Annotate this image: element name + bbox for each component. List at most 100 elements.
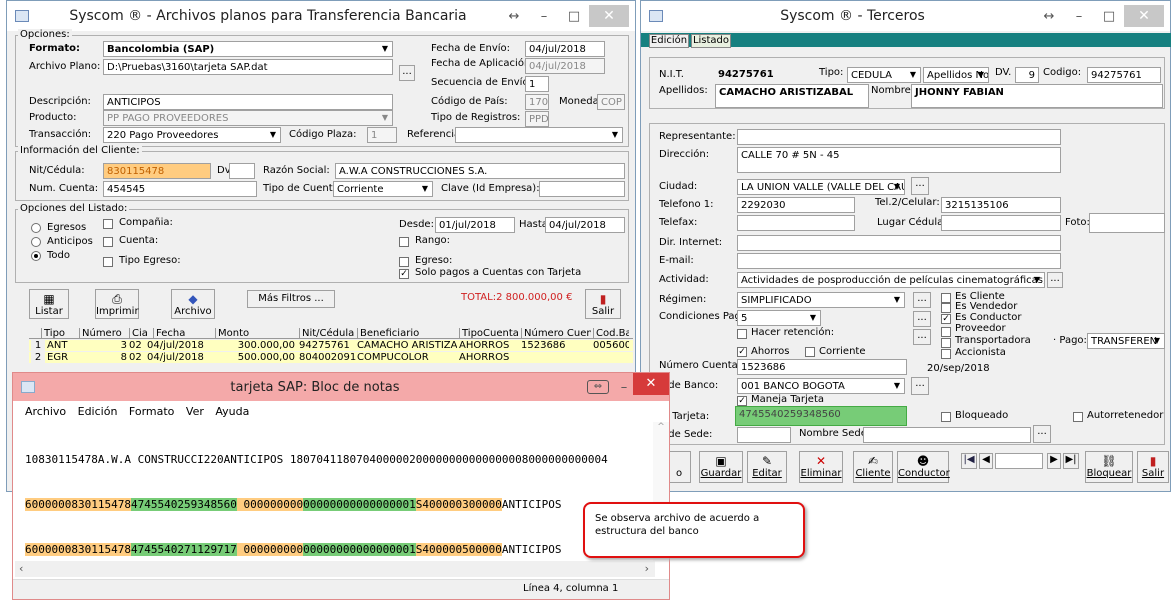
- next-record-button[interactable]: ▶: [1047, 453, 1061, 469]
- check-cuenta[interactable]: [103, 237, 113, 247]
- codigo-pais-input[interactable]: 170: [525, 94, 549, 110]
- record-position-input[interactable]: [995, 453, 1043, 469]
- radio-egresos[interactable]: [31, 223, 41, 233]
- check-transportadora[interactable]: [941, 338, 951, 348]
- check-maneja-tarjeta[interactable]: ✓: [737, 396, 747, 406]
- razon-input[interactable]: A.W.A CONSTRUCCIONES S.A.: [335, 163, 625, 179]
- grid-header-cell[interactable]: Nit/Cédula: [299, 328, 355, 339]
- retencion-browse-button[interactable]: ...: [913, 329, 931, 345]
- listar-button[interactable]: ▦ Listar: [29, 289, 69, 319]
- producto-select[interactable]: PP PAGO PROVEEDORES ▼: [103, 110, 393, 126]
- tab-listado[interactable]: Listado: [691, 34, 731, 48]
- check-es-vendedor[interactable]: [941, 303, 951, 313]
- first-record-button[interactable]: |◀: [961, 453, 977, 469]
- pago-select[interactable]: TRANSFEREN ▼: [1087, 333, 1165, 349]
- new-button[interactable]: o: [667, 451, 691, 483]
- formato-select[interactable]: Bancolombia (SAP) ▼: [103, 41, 393, 57]
- banco-browse-button[interactable]: ...: [911, 377, 929, 395]
- cliente-button[interactable]: ✍ Cliente: [853, 451, 893, 483]
- close-button[interactable]: ✕: [633, 373, 669, 395]
- scroll-right-icon[interactable]: ›: [645, 562, 649, 575]
- check-corriente[interactable]: [805, 347, 815, 357]
- mas-filtros-button[interactable]: Más Filtros ...: [247, 290, 335, 308]
- guardar-button[interactable]: ▣ Guardar: [699, 451, 743, 483]
- salir-button[interactable]: ▮ Salir: [1137, 451, 1169, 483]
- dv-input[interactable]: 9: [1015, 67, 1039, 83]
- apellidos-input[interactable]: CAMACHO ARISTIZABAL: [715, 84, 869, 108]
- conductor-button[interactable]: ☻ Conductor: [897, 451, 950, 483]
- maximize-button[interactable]: □: [559, 9, 589, 24]
- minimize-button[interactable]: –: [1064, 9, 1094, 24]
- menu-edicion[interactable]: Edición: [78, 405, 118, 418]
- num-cuenta-input[interactable]: 454545: [103, 181, 257, 197]
- check-es-cliente[interactable]: [941, 293, 951, 303]
- transaccion-select[interactable]: 220 Pago Proveedores ▼: [103, 127, 281, 143]
- resize-icon[interactable]: ↔: [499, 9, 529, 24]
- close-button[interactable]: ✕: [1124, 5, 1164, 27]
- check-es-conductor[interactable]: ✓: [941, 314, 951, 324]
- check-hacer-retencion[interactable]: [737, 329, 747, 339]
- check-ahorros[interactable]: ✓: [737, 347, 747, 357]
- notepad-text-area[interactable]: 10830115478A.W.A CONSTRUCCI220ANTICIPOS …: [15, 422, 655, 562]
- referencia-select[interactable]: ▼: [455, 127, 623, 143]
- num-cuenta-input[interactable]: 1523686: [737, 359, 907, 375]
- representante-input[interactable]: [737, 129, 1061, 145]
- resize-icon[interactable]: ↔: [1034, 9, 1064, 24]
- regimen-browse-button[interactable]: ...: [913, 292, 931, 308]
- hasta-input[interactable]: 04/jul/2018: [545, 217, 625, 233]
- apellidos-no-select[interactable]: Apellidos No ▼: [923, 67, 989, 83]
- grid-header-cell[interactable]: Número Cuenta: [521, 328, 591, 339]
- clave-input[interactable]: [539, 181, 625, 197]
- telefono-input[interactable]: 2292030: [737, 197, 855, 213]
- radio-todo[interactable]: [31, 251, 41, 261]
- nombre-sede-input[interactable]: [863, 427, 1031, 443]
- check-egreso[interactable]: [399, 257, 409, 267]
- menu-ayuda[interactable]: Ayuda: [215, 405, 249, 418]
- close-button[interactable]: ✕: [589, 5, 629, 27]
- grid-header-cell[interactable]: Monto: [215, 328, 295, 339]
- internet-input[interactable]: [737, 235, 1061, 251]
- prev-record-button[interactable]: ◀: [979, 453, 993, 469]
- grid-header-cell[interactable]: Fecha: [153, 328, 211, 339]
- codigo-plaza-input[interactable]: 1: [367, 127, 397, 143]
- codigo-input[interactable]: 94275761: [1087, 67, 1161, 83]
- grid-header-cell[interactable]: Cia: [129, 328, 151, 339]
- archivo-plano-input[interactable]: D:\Pruebas\3160\tarjeta SAP.dat: [103, 59, 393, 75]
- check-autorretenedor[interactable]: [1073, 412, 1083, 422]
- tipo-registros-input[interactable]: PPD: [525, 111, 549, 127]
- sede-input[interactable]: [737, 427, 791, 443]
- tipo-select[interactable]: CEDULA ▼: [847, 67, 921, 83]
- scroll-left-icon[interactable]: ‹: [19, 562, 23, 575]
- ciudad-browse-button[interactable]: ...: [911, 177, 929, 195]
- tel2-input[interactable]: 3215135106: [941, 197, 1061, 213]
- sede-browse-button[interactable]: ...: [1033, 425, 1051, 443]
- tipo-cuenta-select[interactable]: Corriente ▼: [333, 181, 433, 197]
- archivo-button[interactable]: ◆ Archivo: [171, 289, 215, 319]
- fecha-aplicacion-input[interactable]: 04/jul/2018: [525, 58, 605, 74]
- nit-input[interactable]: 94275761: [715, 67, 811, 83]
- radio-anticipos[interactable]: [31, 237, 41, 247]
- grid-header-cell[interactable]: TipoCuenta: [459, 328, 519, 339]
- actividad-browse-button[interactable]: ...: [1047, 272, 1063, 288]
- check-proveedor[interactable]: [941, 327, 951, 337]
- fecha-envio-input[interactable]: 04/jul/2018: [525, 41, 605, 57]
- actividad-select[interactable]: Actividades de posproducción de película…: [737, 272, 1045, 288]
- browse-button[interactable]: ...: [399, 65, 415, 81]
- maximize-button[interactable]: □: [1094, 9, 1124, 24]
- menu-ver[interactable]: Ver: [186, 405, 204, 418]
- bloquear-button[interactable]: ⛓ Bloquear: [1085, 451, 1133, 483]
- banco-select[interactable]: 001 BANCO BOGOTA ▼: [737, 378, 905, 394]
- direccion-input[interactable]: CALLE 70 # 5N - 45: [737, 147, 1061, 173]
- nit-input[interactable]: 830115478: [103, 163, 211, 179]
- dv-input[interactable]: [229, 163, 255, 179]
- condiciones-browse-button[interactable]: ...: [913, 311, 931, 327]
- descripcion-input[interactable]: ANTICIPOS: [103, 94, 393, 110]
- ciudad-select[interactable]: LA UNION VALLE (VALLE DEL CAU(▼: [737, 179, 905, 195]
- check-rango[interactable]: [399, 237, 409, 247]
- imprimir-button[interactable]: ⎙ Imprimir: [95, 289, 139, 319]
- eliminar-button[interactable]: ✕ Eliminar: [799, 451, 843, 483]
- moneda-input[interactable]: COP: [597, 94, 625, 110]
- grid-header-cell[interactable]: Cod.Ba: [593, 328, 629, 339]
- minimize-button[interactable]: –: [529, 9, 559, 24]
- desde-input[interactable]: 01/jul/2018: [435, 217, 515, 233]
